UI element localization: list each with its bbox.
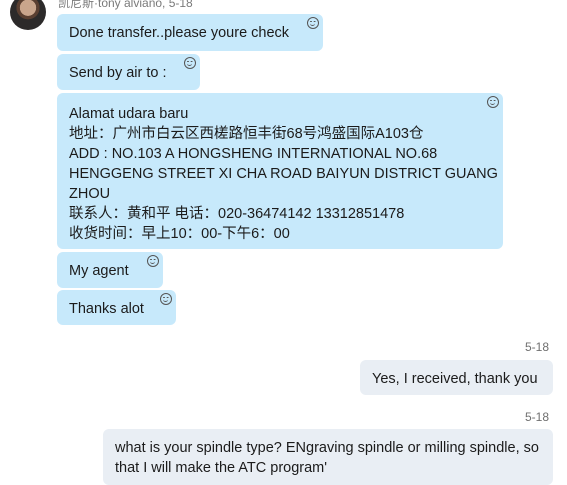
message-bubble-incoming[interactable]: Done transfer..please youre check: [57, 14, 323, 51]
message-bubble-incoming[interactable]: Alamat udara baru 地址：广州市白云区西槎路恒丰街68号鸿盛国际…: [57, 93, 503, 249]
message-bubble-incoming[interactable]: Thanks alot: [57, 290, 176, 325]
message-line: ADD : NO.103 A HONGSHENG INTERNATIONAL N…: [69, 146, 438, 162]
message-line: 地址：广州市白云区西槎路恒丰街68号鸿盛国际A103仓: [69, 126, 424, 142]
message-line: Alamat udara baru: [69, 106, 189, 122]
message-line: HENGGENG STREET XI CHA ROAD BAIYUN DISTR…: [69, 166, 498, 182]
smiley-icon[interactable]: [307, 17, 319, 29]
message-line: ZHOU: [69, 186, 111, 202]
message-bubble-incoming[interactable]: My agent: [57, 252, 163, 288]
message-text: Send by air to :: [69, 65, 167, 81]
message-line: 联系人：黄和平 电话：020-36474142 13312851478: [69, 206, 405, 222]
message-text: Done transfer..please youre check: [69, 25, 290, 41]
message-timestamp: 5-18: [524, 410, 549, 424]
sender-name: 凯尼斯·tony alviano, 5-18: [58, 0, 193, 10]
message-text: Yes, I received, thank you: [372, 371, 538, 387]
message-text: Thanks alot: [69, 301, 144, 317]
message-bubble-incoming[interactable]: Send by air to :: [57, 54, 200, 90]
message-bubble-outgoing[interactable]: what is your spindle type? ENgraving spi…: [103, 429, 553, 485]
smiley-icon[interactable]: [160, 293, 172, 305]
message-timestamp: 5-18: [524, 340, 549, 354]
message-text: what is your spindle type? ENgraving spi…: [115, 440, 539, 476]
avatar[interactable]: [10, 0, 46, 30]
smiley-icon[interactable]: [184, 57, 196, 69]
smiley-icon[interactable]: [147, 255, 159, 267]
message-line: 收货时间：早上10：00-下午6：00: [69, 226, 290, 242]
smiley-icon[interactable]: [487, 96, 499, 108]
message-text: My agent: [69, 263, 129, 279]
message-bubble-outgoing[interactable]: Yes, I received, thank you: [360, 360, 553, 395]
